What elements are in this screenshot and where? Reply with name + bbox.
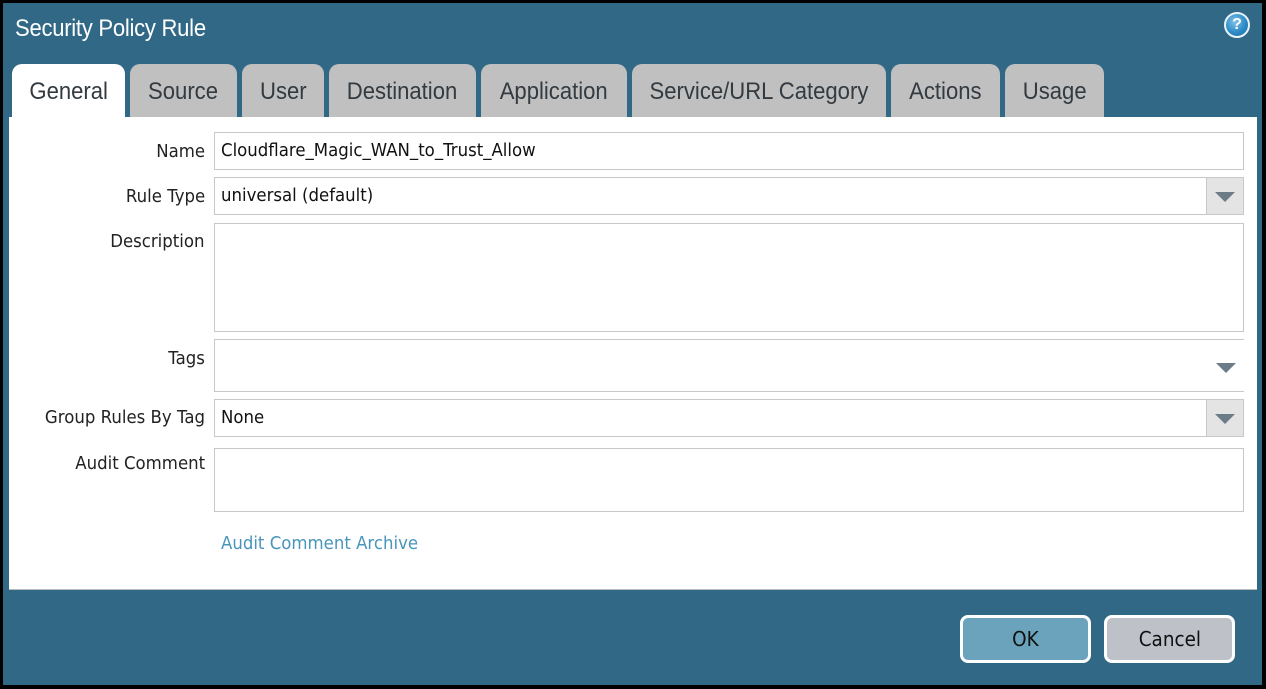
name-label: Name (156, 141, 205, 162)
group-rules-by-tag-select[interactable]: None (214, 399, 1244, 437)
audit-comment-textarea[interactable] (214, 448, 1244, 512)
rule-type-select[interactable]: universal (default) (214, 177, 1244, 215)
tab-source[interactable]: Source (130, 64, 237, 117)
tab-application[interactable]: Application (481, 64, 627, 117)
tab-service-url-category[interactable]: Service/URL Category (632, 64, 886, 117)
cancel-button[interactable]: Cancel (1104, 615, 1235, 663)
audit-comment-archive-link[interactable]: Audit Comment Archive (221, 533, 418, 554)
tab-destination[interactable]: Destination (329, 64, 476, 117)
tab-label: Service/URL Category (649, 78, 869, 105)
group-rules-by-tag-value: None (221, 407, 265, 428)
security-policy-rule-dialog: Security Policy Rule ? General Source Us… (3, 3, 1262, 685)
dialog-title: Security Policy Rule (15, 15, 206, 42)
tab-label: Actions (909, 78, 982, 105)
chevron-down-icon (1215, 414, 1235, 424)
chevron-down-icon (1215, 192, 1235, 202)
general-tab-panel: Name Cloudflare_Magic_WAN_to_Trust_Allow… (9, 117, 1257, 590)
description-label: Description (110, 231, 205, 252)
description-textarea[interactable] (214, 223, 1244, 332)
tab-label: User (259, 78, 307, 105)
tags-label: Tags (168, 348, 205, 369)
cancel-label: Cancel (1138, 627, 1201, 651)
tags-dropdown-icon[interactable] (1216, 363, 1236, 373)
group-rules-by-tag-label: Group Rules By Tag (44, 407, 205, 428)
tab-general[interactable]: General (12, 64, 125, 121)
tab-label: General (29, 78, 108, 105)
name-value: Cloudflare_Magic_WAN_to_Trust_Allow (221, 140, 536, 161)
rule-type-dropdown-button[interactable] (1206, 178, 1243, 214)
tab-usage[interactable]: Usage (1005, 64, 1104, 117)
tags-input[interactable] (214, 339, 1244, 392)
audit-comment-label: Audit Comment (75, 453, 205, 474)
help-icon[interactable]: ? (1224, 12, 1250, 38)
ok-label: OK (1012, 627, 1039, 651)
tab-actions[interactable]: Actions (891, 64, 1000, 117)
ok-button[interactable]: OK (960, 615, 1091, 663)
group-rules-by-tag-dropdown-button[interactable] (1206, 400, 1243, 436)
rule-type-label: Rule Type (125, 186, 205, 207)
rule-type-value: universal (default) (221, 185, 374, 206)
tab-label: Source (148, 78, 219, 105)
tab-user[interactable]: User (242, 64, 324, 117)
tab-label: Destination (347, 78, 458, 105)
name-input[interactable]: Cloudflare_Magic_WAN_to_Trust_Allow (214, 132, 1244, 170)
tab-label: Usage (1022, 78, 1087, 105)
tab-label: Application (499, 78, 609, 105)
